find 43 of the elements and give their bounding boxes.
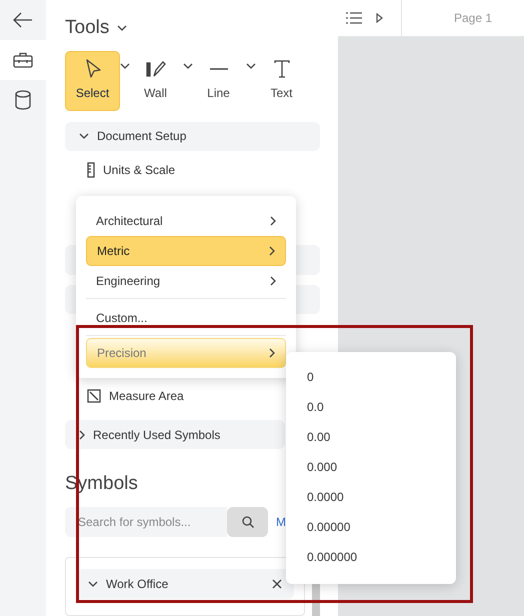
section-header[interactable]: Recently Used Symbols <box>65 420 285 450</box>
tool-button[interactable]: Select <box>65 50 120 110</box>
toolbox-icon <box>13 52 33 68</box>
tool-button[interactable]: Text <box>254 50 309 110</box>
close-icon[interactable] <box>272 578 282 589</box>
search-field[interactable]: Search for symbols... <box>65 506 227 537</box>
chevron-down-icon[interactable] <box>246 62 256 68</box>
search-button[interactable] <box>227 506 268 537</box>
rail-button[interactable] <box>0 40 46 80</box>
menu-item[interactable]: 0.000 <box>286 452 456 482</box>
back-arrow-icon <box>13 12 33 28</box>
chevron-down-icon[interactable] <box>183 62 193 68</box>
cylinder-icon <box>15 90 31 110</box>
section-header[interactable]: Document Setup <box>65 122 320 151</box>
menu-item[interactable]: 0 <box>286 362 456 392</box>
section-title: Tools <box>65 16 110 40</box>
pointer-icon <box>84 59 102 79</box>
tool-item[interactable]: Measure Area <box>65 381 188 411</box>
menu-item[interactable]: 0.00 <box>286 422 456 452</box>
tool-button[interactable]: Wall <box>128 50 183 110</box>
text-icon <box>274 60 290 78</box>
menu-item[interactable]: Custom... <box>86 311 286 325</box>
tool-button[interactable]: Line <box>191 50 246 110</box>
menu-item[interactable]: 0.0000 <box>286 482 456 512</box>
search-icon <box>242 516 254 528</box>
menu-item[interactable]: 0.00000 <box>286 512 456 542</box>
group-header[interactable]: Work Office <box>76 568 294 599</box>
area-icon <box>87 389 101 404</box>
list-icon[interactable] <box>346 12 362 24</box>
menu-item[interactable]: Metric <box>86 236 286 266</box>
menu-item[interactable]: 0.0 <box>286 392 456 422</box>
link[interactable]: M <box>276 512 286 531</box>
menu-item[interactable]: Precision <box>86 338 286 368</box>
menu-item[interactable]: Architectural <box>86 206 286 236</box>
chevron-down-icon[interactable] <box>120 62 130 68</box>
wall-pen-icon <box>146 60 166 78</box>
ruler-icon <box>87 162 95 178</box>
menu-item[interactable]: Engineering <box>86 266 286 296</box>
tool-item[interactable]: Units & Scale <box>65 154 180 184</box>
line-icon <box>208 67 228 71</box>
chevron-down-icon[interactable] <box>117 25 128 32</box>
play-icon[interactable] <box>376 13 383 23</box>
page-label: Page 1 <box>452 10 492 27</box>
